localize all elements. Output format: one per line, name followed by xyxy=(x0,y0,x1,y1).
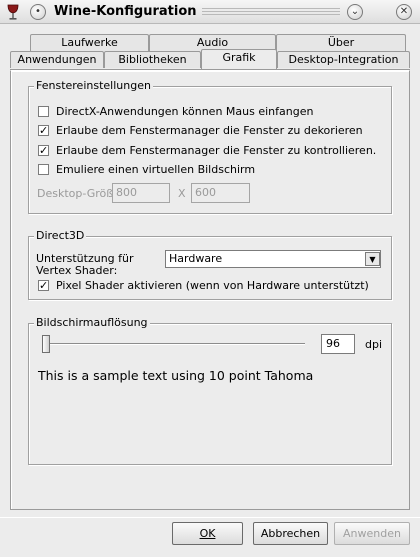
ok-button[interactable]: OK xyxy=(172,522,243,545)
button-separator xyxy=(0,517,420,518)
desktop-width-field[interactable]: 800 xyxy=(112,183,170,203)
dpi-slider-track[interactable] xyxy=(42,343,305,345)
wine-glass-icon[interactable] xyxy=(6,4,20,21)
tab-desktop-integration[interactable]: Desktop-Integration xyxy=(277,51,410,68)
pixel-shader-label: Pixel Shader aktivieren (wenn von Hardwa… xyxy=(56,279,369,292)
window-menu-icon[interactable]: • xyxy=(30,4,46,20)
tab-ueber[interactable]: Über xyxy=(276,34,406,51)
window-settings-title: Fenstereinstellungen xyxy=(34,79,153,92)
wm-decorate-checkbox[interactable]: ✓ xyxy=(38,125,49,136)
close-icon[interactable]: ✕ xyxy=(396,4,412,20)
dpi-slider-handle[interactable] xyxy=(42,335,50,353)
tab-laufwerke[interactable]: Laufwerke xyxy=(30,34,149,51)
virtual-desktop-checkbox[interactable] xyxy=(38,164,49,175)
dpi-unit-label: dpi xyxy=(365,338,383,351)
window-title: Wine-Konfiguration xyxy=(54,4,197,19)
chevron-down-icon[interactable]: ▼ xyxy=(365,252,380,266)
vertex-shader-value: Hardware xyxy=(169,252,223,265)
tab-grafik[interactable]: Grafik xyxy=(201,49,277,69)
tab-anwendungen[interactable]: Anwendungen xyxy=(10,51,104,68)
direct3d-title: Direct3D xyxy=(34,229,87,242)
vertex-shader-label-line2: Vertex Shader: xyxy=(36,264,118,277)
cancel-button[interactable]: Abbrechen xyxy=(253,522,328,545)
resolution-title: Bildschirmauflösung xyxy=(34,316,150,329)
directx-mouse-checkbox[interactable] xyxy=(38,106,49,117)
wm-decorate-label: Erlaube dem Fenstermanager die Fenster z… xyxy=(56,124,363,137)
sample-text: This is a sample text using 10 point Tah… xyxy=(38,368,314,383)
size-separator: X xyxy=(178,187,186,200)
desktop-height-field[interactable]: 600 xyxy=(191,183,250,203)
wm-control-label: Erlaube dem Fenstermanager die Fenster z… xyxy=(56,144,377,157)
vertex-shader-select[interactable]: Hardware xyxy=(165,250,381,268)
virtual-desktop-label: Emuliere einen virtuellen Bildschirm xyxy=(56,163,256,176)
apply-button[interactable]: Anwenden xyxy=(334,522,410,545)
dpi-input[interactable]: 96 xyxy=(321,334,355,354)
chevron-down-icon[interactable]: ⌄ xyxy=(347,4,363,20)
wm-control-checkbox[interactable]: ✓ xyxy=(38,145,49,156)
title-drag-area[interactable] xyxy=(202,8,340,17)
desktop-size-label: Desktop-Größ xyxy=(37,187,114,200)
tab-bibliotheken[interactable]: Bibliotheken xyxy=(104,51,201,68)
directx-mouse-label: DirectX-Anwendungen können Maus einfange… xyxy=(56,105,314,118)
pixel-shader-checkbox[interactable]: ✓ xyxy=(38,280,49,291)
